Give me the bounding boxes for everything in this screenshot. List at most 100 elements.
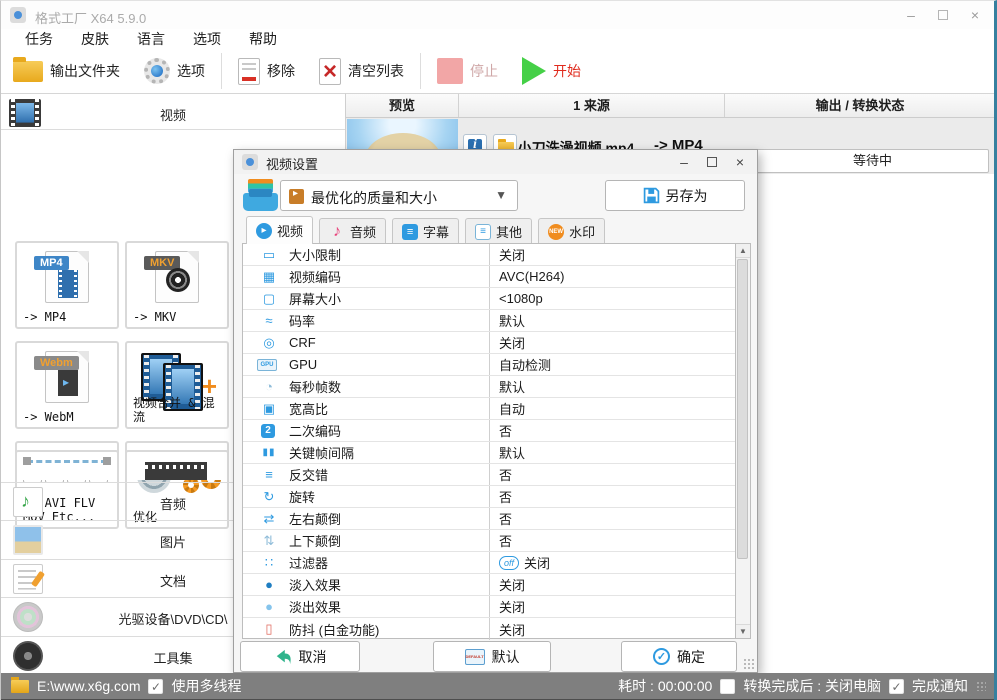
crop-card-partial[interactable] [15,450,119,480]
setting-label: 码率 [289,314,316,329]
setting-row-ruler[interactable]: ▭ 大小限制 关闭 [243,244,735,266]
minimize-button[interactable]: – [904,7,918,23]
output-path[interactable]: E:\www.x6g.com [37,678,140,694]
tab-音频[interactable]: ♪ 音频 [319,218,387,244]
dialog-close-button[interactable]: × [733,154,747,170]
shutdown-after-checkbox[interactable] [720,678,736,694]
setting-row-waves[interactable]: ≈ 码率 默认 [243,310,735,332]
gear-icon [144,58,170,84]
dialog-resize-grip[interactable] [743,658,755,670]
save-as-button[interactable]: 另存为 [605,180,745,211]
chevron-down-icon: ▼ [495,188,507,202]
setting-row-two-pass[interactable]: 2 二次编码 否 [243,420,735,442]
setting-row-speedometer[interactable]: ◔ 每秒帧数 默认 [243,376,735,398]
status-bar: E:\www.x6g.com ✓ 使用多线程 耗时 : 00:00:00 转换完… [1,673,994,700]
setting-value: 关闭 [499,248,526,263]
check-circle-icon: ✓ [653,648,670,665]
output-path-folder-icon [11,676,29,693]
setting-row-flip-vertical[interactable]: ⇅ 上下颠倒 否 [243,530,735,552]
setting-row-fade-out[interactable]: ● 淡出效果 关闭 [243,596,735,618]
options-label: 选项 [177,63,205,79]
setting-row-filter[interactable]: ∷ 过滤器 off 关闭 [243,552,735,574]
clear-list-button[interactable]: 清空列表 [307,51,416,91]
setting-row-rotate[interactable]: ↻ 旋转 否 [243,486,735,508]
monitor-icon: ▢ [262,290,276,306]
cancel-label: 取消 [298,648,327,665]
off-badge-icon: off [499,555,520,570]
setting-row-gpu[interactable]: GPU GPU 自动检测 [243,354,735,376]
scroll-down-arrow[interactable]: ▼ [736,624,750,638]
tab-其他[interactable]: ≡ 其他 [465,218,533,244]
start-button[interactable]: 开始 [510,51,593,91]
setting-label: 宽高比 [289,402,329,417]
setting-row-atom[interactable]: ◎ CRF 关闭 [243,332,735,354]
multithread-checkbox[interactable]: ✓ [148,678,164,694]
elapsed-time: 耗时 : 00:00:00 [618,678,713,694]
setting-row-monitor[interactable]: ▢ 屏幕大小 <1080p [243,288,735,310]
dialog-minimize-button[interactable]: – [677,154,691,170]
setting-value: 关闭 [499,622,526,638]
ok-button[interactable]: ✓ 确定 [621,641,737,672]
setting-value: 关闭 [499,336,526,351]
table-scrollbar[interactable]: ▲ ▼ [736,243,751,639]
dialog-maximize-button[interactable] [705,154,719,170]
setting-label: 左右颠倒 [289,512,342,527]
format-card-webm[interactable]: Webm -> WebM [15,341,119,429]
dialog-title-bar: 视频设置 – × [234,150,757,174]
chip-icon: ▦ [262,268,276,284]
setting-value: AVC(H264) [499,269,565,284]
remove-document-icon [238,57,260,85]
waves-icon: ≈ [265,313,273,328]
stop-button[interactable]: 停止 [425,51,510,91]
speedometer-icon: ◔ [265,379,273,394]
setting-label: 防抖 (白金功能) [289,622,380,638]
tab-字幕[interactable]: ≡ 字幕 [392,218,460,244]
setting-label: 旋转 [289,490,316,505]
quality-preset-dropdown[interactable]: 最优化的质量和大小 ▼ [280,180,518,211]
format-card-merge[interactable]: + 视频合并 & 混流 [125,341,229,429]
setting-row-flip-horizontal[interactable]: ⇄ 左右颠倒 否 [243,508,735,530]
setting-row-deinterlace[interactable]: ≡ 反交错 否 [243,464,735,486]
options-button[interactable]: 选项 [132,51,217,91]
default-button[interactable]: 默认 [433,641,551,672]
film-icon [145,462,207,480]
setting-row-stabilize[interactable]: ▯ 防抖 (白金功能) 关闭 [243,618,735,640]
column-output: 输出 / 转换状态 [815,98,905,113]
default-label: 默认 [491,648,520,665]
setting-row-aspect-ratio[interactable]: ▣ 宽高比 自动 [243,398,735,420]
menu-bar: 任务 皮肤 语言 选项 帮助 [11,29,291,49]
menu-item-2[interactable]: 皮肤 [67,29,123,49]
setting-value: 自动检测 [499,358,552,373]
menu-item-1[interactable]: 任务 [11,29,67,49]
scroll-up-arrow[interactable]: ▲ [736,244,750,258]
output-folder-button[interactable]: 输出文件夹 [1,51,132,91]
menu-item-3[interactable]: 语言 [123,29,179,49]
setting-label: 二次编码 [289,424,342,439]
floppy-disk-icon [643,187,659,204]
setting-row-keyframe[interactable]: ▮▮ 关键帧间隔 默认 [243,442,735,464]
output-folder-label: 输出文件夹 [50,63,120,79]
video-card-partial[interactable] [125,450,229,480]
setting-label: GPU [289,357,318,372]
maximize-button[interactable] [936,7,950,23]
close-button[interactable]: × [968,7,982,23]
tab-水印[interactable]: NEW 水印 [538,218,606,244]
new-badge-icon: NEW [548,223,565,240]
format-card-mp4[interactable]: MP4 -> MP4 [15,241,119,329]
video-section-header[interactable]: 视频 [1,97,345,130]
setting-row-fade-in[interactable]: ● 淡入效果 关闭 [243,574,735,596]
card-label: 视频合并 & 混流 [133,396,215,424]
remove-button[interactable]: 移除 [226,51,307,91]
cancel-button[interactable]: 取消 [240,641,360,672]
window-resize-grip[interactable] [976,681,986,691]
format-card-mkv[interactable]: MKV -> MKV [125,241,229,329]
menu-item-4[interactable]: 选项 [179,29,235,49]
menu-item-5[interactable]: 帮助 [235,29,291,49]
notify-checkbox[interactable]: ✓ [889,678,904,694]
tab-视频[interactable]: ▸ 视频 [246,216,314,244]
webm-file-icon: Webm [34,351,89,403]
scrollbar-thumb[interactable] [737,259,748,559]
remove-label: 移除 [267,63,295,79]
setting-label: 淡出效果 [289,600,342,615]
setting-row-chip[interactable]: ▦ 视频编码 AVC(H264) [243,266,735,288]
